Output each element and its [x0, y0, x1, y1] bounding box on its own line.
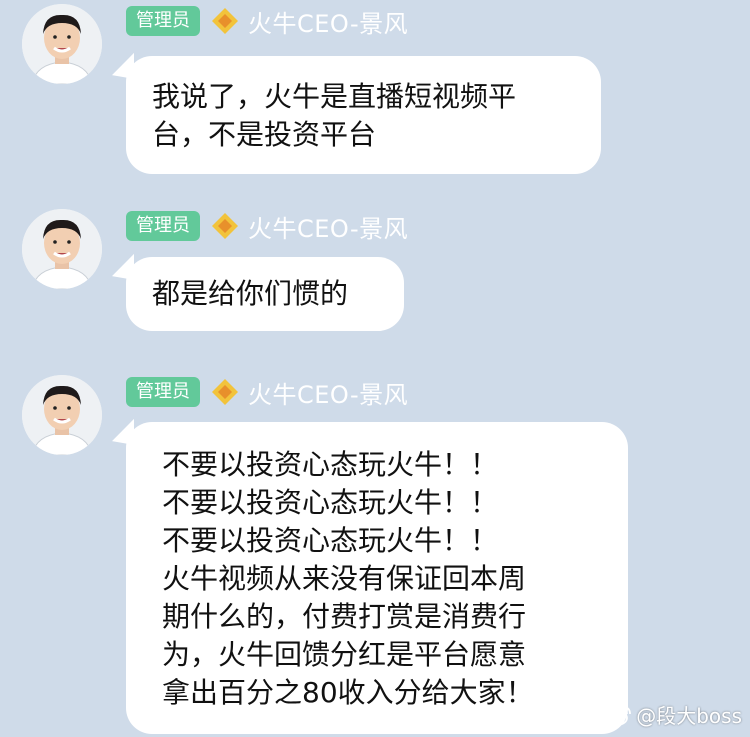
message-line: 台，不是投资平台 [152, 118, 377, 151]
message-header: 管理员 火牛CEO-景风 [126, 4, 408, 38]
message-bubble[interactable]: 我说了，火牛是直播短视频平 台，不是投资平台 [126, 56, 601, 174]
message-line: 期什么的，付费打赏是消费行 [162, 600, 527, 633]
message-line: 不要以投资心态玩火牛！！ [162, 524, 499, 557]
admin-badge: 管理员 [126, 377, 200, 407]
sender-name[interactable]: 火牛CEO-景风 [248, 375, 408, 410]
avatar-portrait-icon [22, 375, 102, 455]
avatar[interactable] [22, 4, 102, 84]
crown-icon [210, 211, 240, 241]
watermark-text: @段大boss [636, 704, 742, 728]
message-header: 管理员 火牛CEO-景风 [126, 375, 408, 409]
crown-icon [210, 6, 240, 36]
weibo-icon [606, 705, 632, 726]
avatar[interactable] [22, 209, 102, 289]
admin-badge: 管理员 [126, 211, 200, 241]
message-line: 我说了，火牛是直播短视频平 [152, 80, 517, 113]
message-line: 为，火牛回馈分红是平台愿意 [162, 638, 527, 671]
message-line: 拿出百分之80收入分给大家！ [162, 676, 534, 709]
avatar[interactable] [22, 375, 102, 455]
message-line: 不要以投资心态玩火牛！！ [162, 448, 499, 481]
message-line: 都是给你们惯的 [152, 277, 349, 310]
sender-name[interactable]: 火牛CEO-景风 [248, 4, 408, 39]
sender-name[interactable]: 火牛CEO-景风 [248, 209, 408, 244]
avatar-portrait-icon [22, 209, 102, 289]
avatar-portrait-icon [22, 4, 102, 84]
watermark: @段大boss [606, 700, 742, 729]
message-line: 不要以投资心态玩火牛！！ [162, 486, 499, 519]
crown-icon [210, 377, 240, 407]
message-header: 管理员 火牛CEO-景风 [126, 209, 408, 243]
message-bubble[interactable]: 都是给你们惯的 [126, 257, 404, 331]
message-line: 火牛视频从来没有保证回本周 [162, 562, 527, 595]
message-bubble[interactable]: 不要以投资心态玩火牛！！ 不要以投资心态玩火牛！！ 不要以投资心态玩火牛！！ 火… [126, 422, 628, 734]
admin-badge: 管理员 [126, 6, 200, 36]
